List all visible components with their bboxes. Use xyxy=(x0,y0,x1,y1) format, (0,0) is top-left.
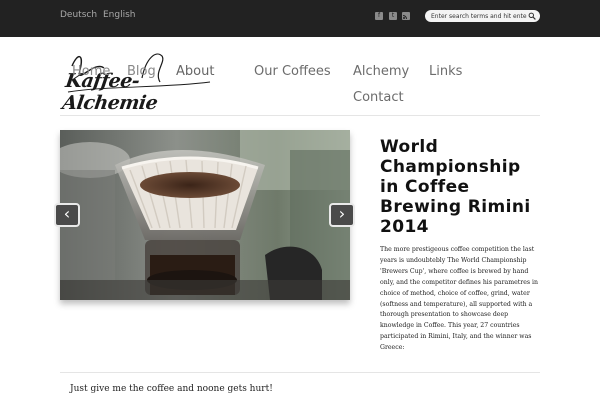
slider-image xyxy=(60,130,350,300)
nav-about[interactable]: About xyxy=(176,65,214,78)
rss-icon[interactable] xyxy=(402,12,410,20)
slider-next-button[interactable]: › xyxy=(329,203,355,227)
slider-prev-button[interactable]: ‹ xyxy=(54,203,80,227)
nav-home[interactable]: Home xyxy=(72,65,110,78)
nav-contact[interactable]: Contact xyxy=(353,91,404,104)
footer-divider xyxy=(60,372,540,373)
nav-alchemy[interactable]: Alchemy xyxy=(353,65,409,78)
search-input[interactable] xyxy=(431,10,527,22)
header-divider xyxy=(60,115,540,116)
nav-links[interactable]: Links xyxy=(429,65,462,78)
footer-tagline: Just give me the coffee and noone gets h… xyxy=(70,384,273,394)
nav-blog[interactable]: Blog xyxy=(127,65,156,78)
search-icon[interactable] xyxy=(528,12,536,20)
language-english-link[interactable]: English xyxy=(103,10,136,20)
language-deutsch-link[interactable]: Deutsch xyxy=(60,10,97,20)
article-title: World Championship in Coffee Brewing Rim… xyxy=(380,137,531,237)
article-body: The more prestigeous coffee competition … xyxy=(380,246,538,352)
facebook-icon[interactable]: f xyxy=(375,12,383,20)
nav-our-coffees[interactable]: Our Coffees xyxy=(254,65,334,78)
search-box[interactable] xyxy=(425,10,540,22)
twitter-icon[interactable]: t xyxy=(389,12,397,20)
